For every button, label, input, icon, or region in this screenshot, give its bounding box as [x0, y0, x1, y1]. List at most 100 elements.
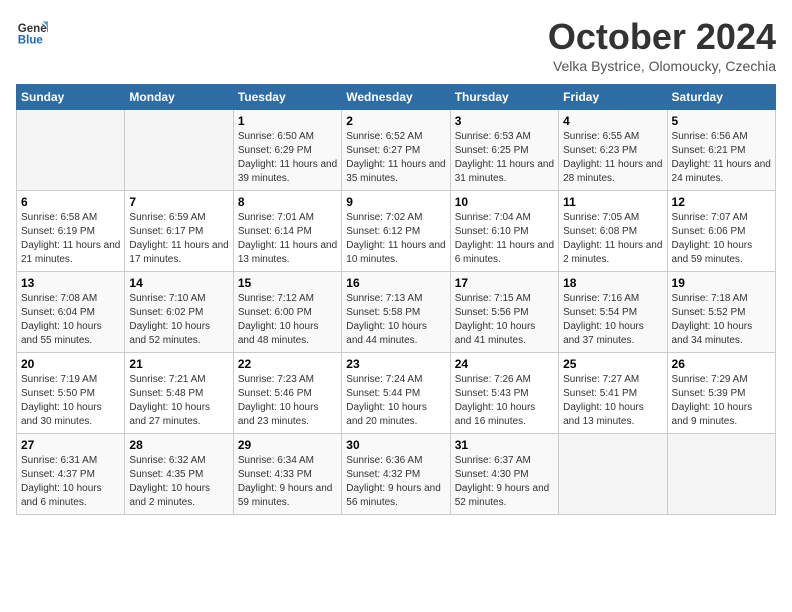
- weekday-header-monday: Monday: [125, 85, 233, 110]
- day-number: 20: [21, 357, 120, 371]
- calendar-cell: 31 Sunrise: 6:37 AM Sunset: 4:30 PM Dayli…: [450, 434, 558, 515]
- calendar-cell: 6 Sunrise: 6:58 AM Sunset: 6:19 PM Daylig…: [17, 191, 125, 272]
- page-header: General Blue October 2024 Velka Bystrice…: [16, 16, 776, 74]
- weekday-header-friday: Friday: [559, 85, 667, 110]
- day-number: 6: [21, 195, 120, 209]
- calendar-week-1: 1 Sunrise: 6:50 AM Sunset: 6:29 PM Daylig…: [17, 110, 776, 191]
- calendar-cell: 12 Sunrise: 7:07 AM Sunset: 6:06 PM Dayli…: [667, 191, 775, 272]
- calendar-cell: 23 Sunrise: 7:24 AM Sunset: 5:44 PM Dayli…: [342, 353, 450, 434]
- calendar-cell: 16 Sunrise: 7:13 AM Sunset: 5:58 PM Dayli…: [342, 272, 450, 353]
- day-info: Sunrise: 6:37 AM Sunset: 4:30 PM Dayligh…: [455, 454, 554, 510]
- svg-text:Blue: Blue: [18, 35, 44, 47]
- day-info: Sunrise: 7:19 AM Sunset: 5:50 PM Dayligh…: [21, 373, 120, 429]
- day-number: 4: [563, 114, 662, 128]
- day-info: Sunrise: 7:23 AM Sunset: 5:46 PM Dayligh…: [238, 373, 337, 429]
- calendar-cell: 13Sunrise: 7:08 AM Sunset: 6:04 PM Dayli…: [17, 272, 125, 353]
- day-info: Sunrise: 6:32 AM Sunset: 4:35 PM Dayligh…: [129, 454, 228, 510]
- day-number: 26: [672, 357, 771, 371]
- day-number: 9: [346, 195, 445, 209]
- day-number: 28: [129, 438, 228, 452]
- calendar-cell: 2 Sunrise: 6:52 AM Sunset: 6:27 PM Daylig…: [342, 110, 450, 191]
- day-info: Sunrise: 6:53 AM Sunset: 6:25 PM Dayligh…: [455, 130, 554, 186]
- day-info: Sunrise: 7:13 AM Sunset: 5:58 PM Dayligh…: [346, 292, 445, 348]
- day-number: 3: [455, 114, 554, 128]
- calendar-cell: 9 Sunrise: 7:02 AM Sunset: 6:12 PM Daylig…: [342, 191, 450, 272]
- day-info: Sunrise: 6:36 AM Sunset: 4:32 PM Dayligh…: [346, 454, 445, 510]
- day-info: Sunrise: 7:29 AM Sunset: 5:39 PM Dayligh…: [672, 373, 771, 429]
- day-number: 24: [455, 357, 554, 371]
- location-subtitle: Velka Bystrice, Olomoucky, Czechia: [548, 58, 776, 74]
- weekday-header-sunday: Sunday: [17, 85, 125, 110]
- calendar-cell: 10 Sunrise: 7:04 AM Sunset: 6:10 PM Dayli…: [450, 191, 558, 272]
- day-info: Sunrise: 7:07 AM Sunset: 6:06 PM Dayligh…: [672, 211, 771, 267]
- day-info: Sunrise: 7:01 AM Sunset: 6:14 PM Dayligh…: [238, 211, 337, 267]
- day-number: 17: [455, 276, 554, 290]
- day-info: Sunrise: 6:52 AM Sunset: 6:27 PM Dayligh…: [346, 130, 445, 186]
- calendar-cell: 18Sunrise: 7:16 AM Sunset: 5:54 PM Dayli…: [559, 272, 667, 353]
- title-block: October 2024 Velka Bystrice, Olomoucky, …: [548, 16, 776, 74]
- day-info: Sunrise: 7:16 AM Sunset: 5:54 PM Dayligh…: [563, 292, 662, 348]
- day-info: Sunrise: 6:34 AM Sunset: 4:33 PM Dayligh…: [238, 454, 337, 510]
- calendar-cell: 28 Sunrise: 6:32 AM Sunset: 4:35 PM Dayli…: [125, 434, 233, 515]
- calendar-cell: [125, 110, 233, 191]
- calendar-cell: 4 Sunrise: 6:55 AM Sunset: 6:23 PM Daylig…: [559, 110, 667, 191]
- calendar-week-4: 20 Sunrise: 7:19 AM Sunset: 5:50 PM Dayli…: [17, 353, 776, 434]
- day-info: Sunrise: 7:21 AM Sunset: 5:48 PM Dayligh…: [129, 373, 228, 429]
- day-info: Sunrise: 7:24 AM Sunset: 5:44 PM Dayligh…: [346, 373, 445, 429]
- calendar-cell: 5 Sunrise: 6:56 AM Sunset: 6:21 PM Daylig…: [667, 110, 775, 191]
- day-number: 7: [129, 195, 228, 209]
- day-info: Sunrise: 7:27 AM Sunset: 5:41 PM Dayligh…: [563, 373, 662, 429]
- day-info: Sunrise: 7:04 AM Sunset: 6:10 PM Dayligh…: [455, 211, 554, 267]
- day-info: Sunrise: 6:55 AM Sunset: 6:23 PM Dayligh…: [563, 130, 662, 186]
- weekday-header-thursday: Thursday: [450, 85, 558, 110]
- calendar-cell: 19 Sunrise: 7:18 AM Sunset: 5:52 PM Dayli…: [667, 272, 775, 353]
- calendar-cell: 26 Sunrise: 7:29 AM Sunset: 5:39 PM Dayli…: [667, 353, 775, 434]
- calendar-week-3: 13Sunrise: 7:08 AM Sunset: 6:04 PM Dayli…: [17, 272, 776, 353]
- day-number: 1: [238, 114, 337, 128]
- day-info: Sunrise: 7:12 AM Sunset: 6:00 PM Dayligh…: [238, 292, 337, 348]
- day-number: 19: [672, 276, 771, 290]
- day-number: 13: [21, 276, 120, 290]
- day-number: 11: [563, 195, 662, 209]
- calendar-cell: 20 Sunrise: 7:19 AM Sunset: 5:50 PM Dayli…: [17, 353, 125, 434]
- day-number: 31: [455, 438, 554, 452]
- logo-icon: General Blue: [16, 16, 48, 48]
- calendar-cell: [667, 434, 775, 515]
- calendar-week-5: 27Sunrise: 6:31 AM Sunset: 4:37 PM Dayli…: [17, 434, 776, 515]
- calendar-cell: 24 Sunrise: 7:26 AM Sunset: 5:43 PM Dayli…: [450, 353, 558, 434]
- day-number: 12: [672, 195, 771, 209]
- day-info: Sunrise: 7:18 AM Sunset: 5:52 PM Dayligh…: [672, 292, 771, 348]
- day-info: Sunrise: 7:02 AM Sunset: 6:12 PM Dayligh…: [346, 211, 445, 267]
- day-number: 15: [238, 276, 337, 290]
- calendar-week-2: 6 Sunrise: 6:58 AM Sunset: 6:19 PM Daylig…: [17, 191, 776, 272]
- calendar-cell: 7 Sunrise: 6:59 AM Sunset: 6:17 PM Daylig…: [125, 191, 233, 272]
- calendar-cell: 15 Sunrise: 7:12 AM Sunset: 6:00 PM Dayli…: [233, 272, 341, 353]
- day-number: 14: [129, 276, 228, 290]
- weekday-header-saturday: Saturday: [667, 85, 775, 110]
- day-info: Sunrise: 6:56 AM Sunset: 6:21 PM Dayligh…: [672, 130, 771, 186]
- calendar-table: SundayMondayTuesdayWednesdayThursdayFrid…: [16, 84, 776, 515]
- day-number: 2: [346, 114, 445, 128]
- weekday-header-tuesday: Tuesday: [233, 85, 341, 110]
- day-number: 29: [238, 438, 337, 452]
- day-number: 25: [563, 357, 662, 371]
- day-info: Sunrise: 6:50 AM Sunset: 6:29 PM Dayligh…: [238, 130, 337, 186]
- day-number: 8: [238, 195, 337, 209]
- day-info: Sunrise: 6:58 AM Sunset: 6:19 PM Dayligh…: [21, 211, 120, 267]
- calendar-cell: 11 Sunrise: 7:05 AM Sunset: 6:08 PM Dayli…: [559, 191, 667, 272]
- day-number: 5: [672, 114, 771, 128]
- day-info: Sunrise: 6:59 AM Sunset: 6:17 PM Dayligh…: [129, 211, 228, 267]
- day-number: 23: [346, 357, 445, 371]
- day-number: 22: [238, 357, 337, 371]
- day-number: 27: [21, 438, 120, 452]
- day-info: Sunrise: 7:10 AM Sunset: 6:02 PM Dayligh…: [129, 292, 228, 348]
- calendar-cell: 27Sunrise: 6:31 AM Sunset: 4:37 PM Dayli…: [17, 434, 125, 515]
- calendar-cell: [17, 110, 125, 191]
- day-info: Sunrise: 7:26 AM Sunset: 5:43 PM Dayligh…: [455, 373, 554, 429]
- day-number: 21: [129, 357, 228, 371]
- day-number: 10: [455, 195, 554, 209]
- day-number: 16: [346, 276, 445, 290]
- day-info: Sunrise: 7:05 AM Sunset: 6:08 PM Dayligh…: [563, 211, 662, 267]
- calendar-cell: 22 Sunrise: 7:23 AM Sunset: 5:46 PM Dayli…: [233, 353, 341, 434]
- logo: General Blue: [16, 16, 48, 48]
